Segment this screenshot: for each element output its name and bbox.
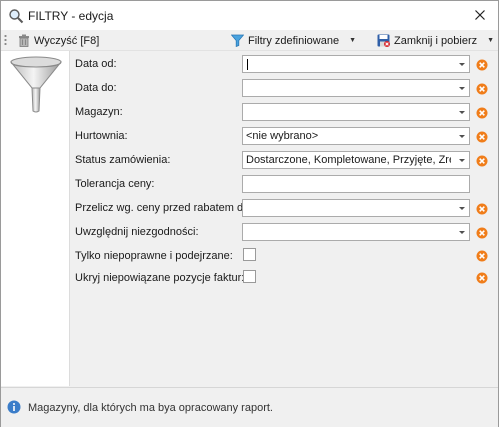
- dropdown-arrow-icon[interactable]: [459, 63, 465, 66]
- clear-wholesaler-icon[interactable]: [476, 131, 488, 143]
- hide-unlinked-label: Ukryj niepowiązane pozycje faktur:: [75, 272, 245, 284]
- status-text: Magazyny, dla których ma bya opracowany …: [28, 402, 273, 414]
- dropdown-arrow-icon[interactable]: [459, 111, 465, 114]
- warehouse-combo[interactable]: [242, 103, 470, 121]
- close-icon: [475, 10, 485, 20]
- clear-recalc-price-icon[interactable]: [476, 203, 488, 215]
- include-mismatches-label: Uwzględnij niezgodności:: [75, 226, 199, 238]
- price-tolerance-input[interactable]: [242, 175, 470, 193]
- floppy-disk-icon: [377, 34, 390, 47]
- chevron-down-icon: ▼: [487, 37, 495, 44]
- close-and-fetch-button[interactable]: Zamknij i pobierz ▼: [377, 31, 494, 50]
- wholesaler-combo[interactable]: <nie wybrano>: [242, 127, 470, 145]
- left-panel: [1, 51, 70, 386]
- dropdown-arrow-icon[interactable]: [459, 207, 465, 210]
- defined-filters-label: Filtry zdefiniowane: [248, 34, 340, 47]
- close-and-fetch-label: Zamknij i pobierz: [394, 34, 478, 47]
- filter-dialog: FILTRY - edycja Wyczyść [F8] Filtry zdef…: [0, 0, 499, 427]
- text-caret: [247, 59, 248, 70]
- date-from-label: Data od:: [75, 58, 117, 70]
- date-from-combo[interactable]: [242, 55, 470, 73]
- warehouse-label: Magazyn:: [75, 106, 123, 118]
- clear-hide-unlinked-icon[interactable]: [476, 272, 488, 284]
- clear-order-status-icon[interactable]: [476, 155, 488, 167]
- date-to-combo[interactable]: [242, 79, 470, 97]
- window-title: FILTRY - edycja: [28, 9, 114, 23]
- wholesaler-value: <nie wybrano>: [246, 130, 319, 142]
- info-icon: [7, 400, 21, 414]
- order-status-label: Status zamówienia:: [75, 154, 171, 166]
- only-incorrect-label: Tylko niepoprawne i podejrzane:: [75, 250, 233, 262]
- clear-warehouse-icon[interactable]: [476, 107, 488, 119]
- filter-icon: [231, 34, 244, 47]
- dropdown-arrow-icon[interactable]: [459, 231, 465, 234]
- recalc-price-label: Przelicz wg. ceny przed rabatem dla:: [75, 202, 255, 214]
- close-button[interactable]: [468, 4, 492, 26]
- clear-button[interactable]: Wyczyść [F8]: [18, 31, 99, 50]
- chevron-down-icon: ▼: [349, 37, 357, 44]
- order-status-combo[interactable]: Dostarczone, Kompletowane, Przyjęte, Zre…: [242, 151, 470, 169]
- funnel-icon: [10, 56, 62, 113]
- dropdown-arrow-icon[interactable]: [459, 135, 465, 138]
- clear-only-incorrect-icon[interactable]: [476, 250, 488, 262]
- dropdown-arrow-icon[interactable]: [459, 159, 465, 162]
- include-mismatches-combo[interactable]: [242, 223, 470, 241]
- status-bar: Magazyny, dla których ma bya opracowany …: [1, 387, 498, 427]
- trash-icon: [19, 34, 29, 47]
- clear-date-from-icon[interactable]: [476, 59, 488, 71]
- order-status-value: Dostarczone, Kompletowane, Przyjęte, Zre…: [246, 154, 451, 166]
- search-icon: [9, 9, 24, 24]
- defined-filters-button[interactable]: Filtry zdefiniowane ▼: [231, 31, 356, 50]
- clear-include-mismatches-icon[interactable]: [476, 227, 488, 239]
- recalc-price-combo[interactable]: [242, 199, 470, 217]
- only-incorrect-checkbox[interactable]: [243, 248, 256, 261]
- dropdown-arrow-icon[interactable]: [459, 87, 465, 90]
- hide-unlinked-checkbox[interactable]: [243, 270, 256, 283]
- toolbar-grip[interactable]: [4, 34, 7, 47]
- filter-form: Data od: Data do: Magazyn: Hurtownia: <n…: [1, 51, 498, 386]
- date-to-label: Data do:: [75, 82, 117, 94]
- price-tolerance-label: Tolerancja ceny:: [75, 178, 155, 190]
- title-bar: FILTRY - edycja: [1, 1, 498, 30]
- wholesaler-label: Hurtownia:: [75, 130, 128, 142]
- toolbar: Wyczyść [F8] Filtry zdefiniowane ▼ Zamkn…: [1, 30, 498, 51]
- clear-date-to-icon[interactable]: [476, 83, 488, 95]
- clear-button-label: Wyczyść [F8]: [34, 34, 100, 47]
